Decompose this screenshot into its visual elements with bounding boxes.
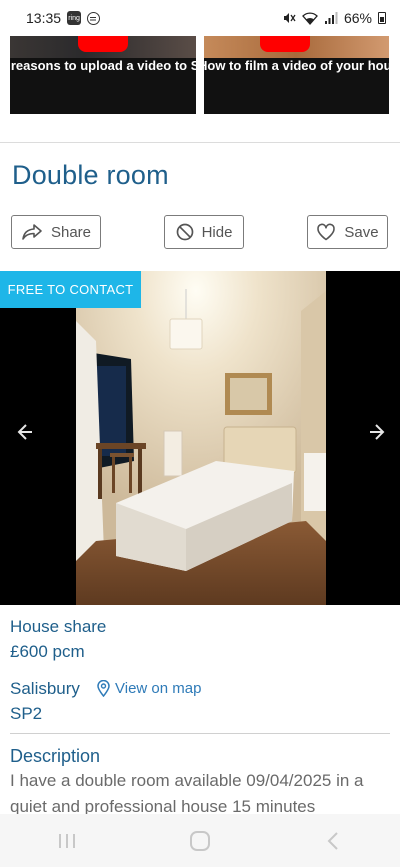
status-left: 13:35 ring xyxy=(26,10,101,26)
postcode: SP2 xyxy=(10,704,43,723)
share-label: Share xyxy=(50,223,92,241)
room-photo-illustration xyxy=(76,271,326,605)
hide-icon xyxy=(176,223,193,241)
video-carousel: 5 reasons to upload a video to SpareRoom… xyxy=(0,28,400,114)
free-to-contact-badge: FREE TO CONTACT xyxy=(0,271,141,308)
status-bar: 13:35 ring 66% xyxy=(0,0,400,36)
chevron-right-icon[interactable] xyxy=(366,419,392,445)
room-photo xyxy=(76,271,326,605)
video-card-upload[interactable]: 5 reasons to upload a video to SpareRoom xyxy=(10,28,196,114)
town: Salisbury xyxy=(10,679,80,698)
price: £600 pcm xyxy=(10,642,85,661)
video-card-film[interactable]: How to film a video of your house xyxy=(204,28,389,114)
mute-icon xyxy=(283,13,296,23)
map-pin-icon xyxy=(97,680,110,697)
status-right: 66% xyxy=(282,10,386,26)
photo-gallery[interactable]: FREE TO CONTACT xyxy=(0,271,400,605)
share-button[interactable]: Share xyxy=(11,215,101,249)
system-nav-bar xyxy=(0,814,400,867)
home-button[interactable] xyxy=(180,826,220,856)
back-icon xyxy=(327,831,339,850)
home-icon xyxy=(189,830,210,851)
description-heading: Description xyxy=(10,746,101,766)
hide-button[interactable]: Hide xyxy=(164,215,244,249)
description-text: I have a double room available 09/04/202… xyxy=(10,771,364,814)
battery-percent: 66% xyxy=(343,10,372,26)
page-title: Double room xyxy=(12,160,169,190)
signal-icon xyxy=(324,11,338,24)
property-type: House share xyxy=(10,617,107,636)
chevron-left-icon[interactable] xyxy=(10,419,36,445)
save-button[interactable]: Save xyxy=(307,215,388,249)
wifi-icon xyxy=(302,11,318,25)
recent-apps-icon xyxy=(58,833,75,848)
ring-app-icon: ring xyxy=(67,11,82,25)
view-on-map-link[interactable]: View on map xyxy=(97,680,201,697)
back-button[interactable] xyxy=(313,826,353,856)
save-label: Save xyxy=(344,223,379,241)
battery-icon xyxy=(378,12,386,24)
divider xyxy=(10,733,390,734)
video-title: 5 reasons to upload a video to SpareRoom xyxy=(10,58,196,73)
hide-label: Hide xyxy=(201,223,233,241)
video-title: How to film a video of your house xyxy=(204,58,389,73)
clock: 13:35 xyxy=(26,10,62,26)
message-icon xyxy=(87,11,101,25)
heart-icon xyxy=(317,223,336,241)
share-icon xyxy=(22,224,42,240)
recent-apps-button[interactable] xyxy=(47,826,87,856)
divider xyxy=(0,142,400,143)
map-link-label: View on map xyxy=(115,680,202,697)
